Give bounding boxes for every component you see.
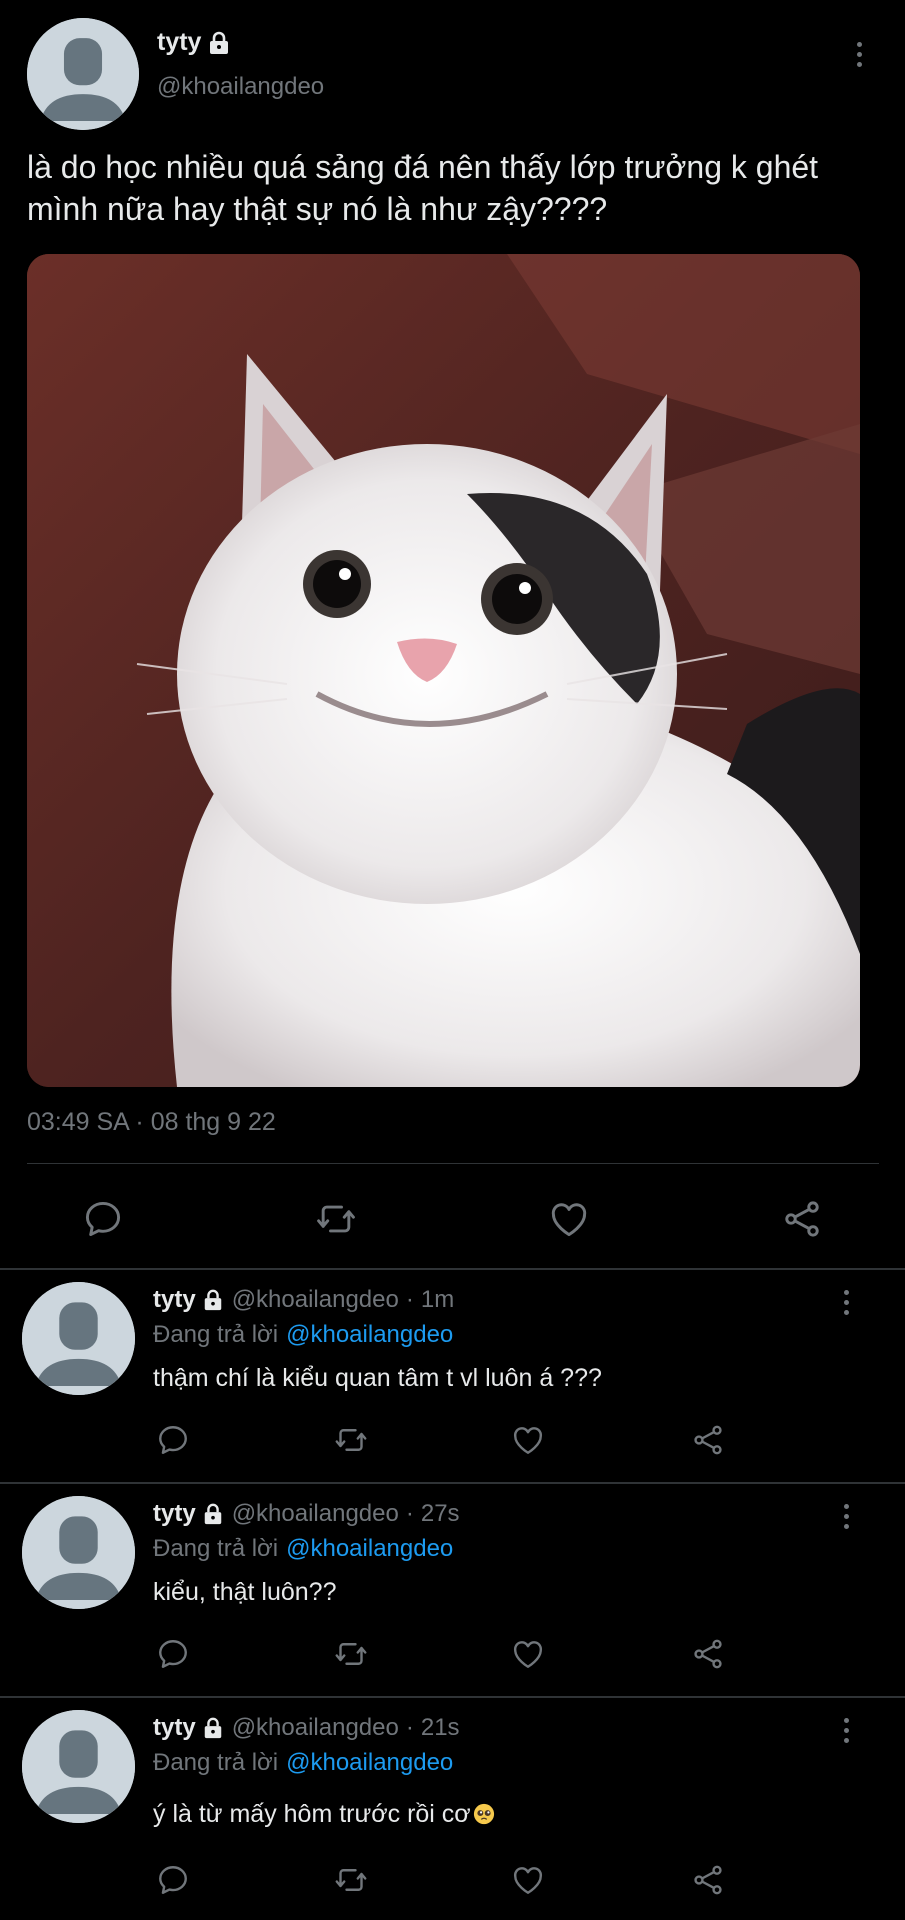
retweet-icon	[317, 1205, 355, 1233]
display-name-text: tyty	[157, 28, 202, 56]
tweet-media[interactable]	[27, 254, 860, 1087]
retweet-button[interactable]	[311, 1194, 361, 1244]
more-options-icon[interactable]	[834, 1496, 858, 1536]
reply-icon	[159, 1866, 187, 1894]
main-tweet: tyty @khoailangdeo là do học nhiều quá s…	[0, 0, 905, 1270]
share-icon	[694, 1865, 722, 1895]
default-avatar-icon	[22, 1282, 135, 1395]
mention-link[interactable]: @khoailangdeo	[286, 1535, 453, 1562]
user-handle[interactable]: @khoailangdeo	[232, 1714, 399, 1742]
reply-time[interactable]: 1m	[421, 1286, 454, 1314]
share-icon	[694, 1639, 722, 1669]
replying-to: Đang trả lời @khoailangdeo	[153, 1321, 453, 1349]
replying-to-label: Đang trả lời	[153, 1749, 279, 1776]
retweet-icon	[335, 1643, 367, 1665]
tweet-timestamp[interactable]: 03:49 SA · 08 thg 9 22	[27, 1108, 276, 1137]
reply-header: tyty @khoailangdeo · 27s	[153, 1500, 460, 1528]
like-button[interactable]	[544, 1194, 594, 1244]
cat-photo-icon	[27, 254, 860, 1087]
user-handle[interactable]: @khoailangdeo	[157, 73, 324, 101]
reply-header: tyty @khoailangdeo · 1m	[153, 1286, 454, 1314]
default-avatar-icon	[27, 18, 139, 130]
reply-text: thậm chí là kiểu quan tâm t vl luôn á ??…	[153, 1364, 602, 1392]
reply-header: tyty @khoailangdeo · 21s	[153, 1714, 460, 1742]
display-name[interactable]: tyty	[157, 28, 231, 57]
retweet-icon	[335, 1869, 367, 1891]
reply-button[interactable]	[151, 1632, 195, 1676]
separator: ·	[405, 1500, 414, 1527]
like-icon	[514, 1427, 542, 1454]
share-button[interactable]	[686, 1858, 730, 1902]
lock-icon	[210, 31, 229, 54]
display-name[interactable]: tyty	[153, 1500, 196, 1528]
mention-link[interactable]: @khoailangdeo	[286, 1749, 453, 1776]
share-icon	[785, 1201, 819, 1237]
retweet-icon	[335, 1429, 367, 1451]
separator: ·	[405, 1714, 414, 1741]
reply-text: kiểu, thật luôn??	[153, 1578, 337, 1606]
share-button[interactable]	[686, 1418, 730, 1462]
reply-button[interactable]	[151, 1418, 195, 1462]
share-icon	[694, 1425, 722, 1455]
retweet-button[interactable]	[329, 1632, 373, 1676]
like-icon	[514, 1867, 542, 1894]
replying-to-label: Đang trả lời	[153, 1535, 279, 1562]
reply-tweet[interactable]: tyty @khoailangdeo · 1m Đang trả lời @kho…	[0, 1270, 905, 1484]
like-button[interactable]	[506, 1858, 550, 1902]
display-name[interactable]: tyty	[153, 1714, 196, 1742]
separator: ·	[405, 1286, 414, 1313]
avatar[interactable]	[22, 1496, 135, 1609]
like-icon	[551, 1203, 587, 1237]
avatar[interactable]	[22, 1282, 135, 1395]
replying-to: Đang trả lời @khoailangdeo	[153, 1749, 453, 1777]
lock-icon	[204, 1503, 221, 1525]
retweet-button[interactable]	[329, 1418, 373, 1462]
share-button[interactable]	[777, 1194, 827, 1244]
reply-icon	[85, 1201, 121, 1237]
reply-time[interactable]: 21s	[421, 1714, 460, 1742]
replying-to-label: Đang trả lời	[153, 1321, 279, 1348]
replying-to: Đang trả lời @khoailangdeo	[153, 1535, 453, 1563]
avatar[interactable]	[22, 1710, 135, 1823]
avatar[interactable]	[27, 18, 139, 130]
reply-button[interactable]	[151, 1858, 195, 1902]
more-options-icon[interactable]	[834, 1710, 858, 1750]
reply-button[interactable]	[78, 1194, 128, 1244]
default-avatar-icon	[22, 1496, 135, 1609]
like-button[interactable]	[506, 1418, 550, 1462]
user-handle[interactable]: @khoailangdeo	[232, 1500, 399, 1528]
reply-tweet[interactable]: tyty @khoailangdeo · 21s Đang trả lời @kh…	[0, 1698, 905, 1920]
more-options-icon[interactable]	[847, 34, 871, 74]
retweet-button[interactable]	[329, 1858, 373, 1902]
display-name[interactable]: tyty	[153, 1286, 196, 1314]
reply-icon	[159, 1426, 187, 1454]
reply-icon	[159, 1640, 187, 1668]
like-icon	[514, 1641, 542, 1668]
more-options-icon[interactable]	[834, 1282, 858, 1322]
user-handle[interactable]: @khoailangdeo	[232, 1286, 399, 1314]
pleading-face-emoji-icon	[473, 1803, 494, 1825]
default-avatar-icon	[22, 1710, 135, 1823]
lock-icon	[204, 1717, 221, 1739]
reply-text-row: ý là từ mấy hôm trước rồi cơ	[153, 1800, 495, 1829]
reply-text: ý là từ mấy hôm trước rồi cơ	[153, 1800, 471, 1828]
share-button[interactable]	[686, 1632, 730, 1676]
divider	[27, 1163, 879, 1164]
lock-icon	[204, 1289, 221, 1311]
mention-link[interactable]: @khoailangdeo	[286, 1321, 453, 1348]
reply-tweet[interactable]: tyty @khoailangdeo · 27s Đang trả lời @kh…	[0, 1484, 905, 1698]
reply-time[interactable]: 27s	[421, 1500, 460, 1528]
like-button[interactable]	[506, 1632, 550, 1676]
tweet-text: là do học nhiều quá sảng đá nên thấy lớp…	[27, 149, 819, 227]
